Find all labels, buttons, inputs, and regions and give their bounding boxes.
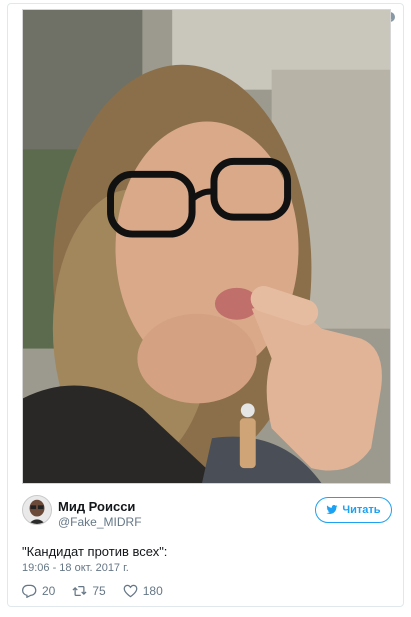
retweet-count: 75 xyxy=(92,584,106,598)
reply-icon xyxy=(22,584,37,598)
like-count: 180 xyxy=(142,584,163,598)
photo-image xyxy=(23,10,390,483)
heart-icon xyxy=(123,584,138,598)
author-name[interactable]: Мид Роисси xyxy=(58,499,135,514)
tweet-photo[interactable] xyxy=(22,9,391,484)
reply-action[interactable]: 20 xyxy=(22,584,55,598)
tweet-timestamp[interactable]: 19:06 - 18 окт. 2017 г. xyxy=(22,562,129,574)
follow-label: Читать xyxy=(342,504,381,516)
tweet-actions: 20 75 180 xyxy=(22,582,180,600)
tweet-text: "Кандидат против всех": xyxy=(22,544,168,559)
twitter-bird-icon xyxy=(326,505,338,514)
avatar[interactable] xyxy=(22,495,52,525)
retweet-icon xyxy=(72,586,87,596)
author-handle[interactable]: @Fake_MIDRF xyxy=(58,515,142,529)
reply-count: 20 xyxy=(42,584,56,598)
retweet-action[interactable]: 75 xyxy=(72,584,106,598)
follow-button[interactable]: Читать xyxy=(315,497,392,523)
tweet-card: i xyxy=(7,3,404,607)
like-action[interactable]: 180 xyxy=(123,584,163,598)
tweet-author: Мид Роисси @Fake_MIDRF Читать xyxy=(22,495,392,529)
